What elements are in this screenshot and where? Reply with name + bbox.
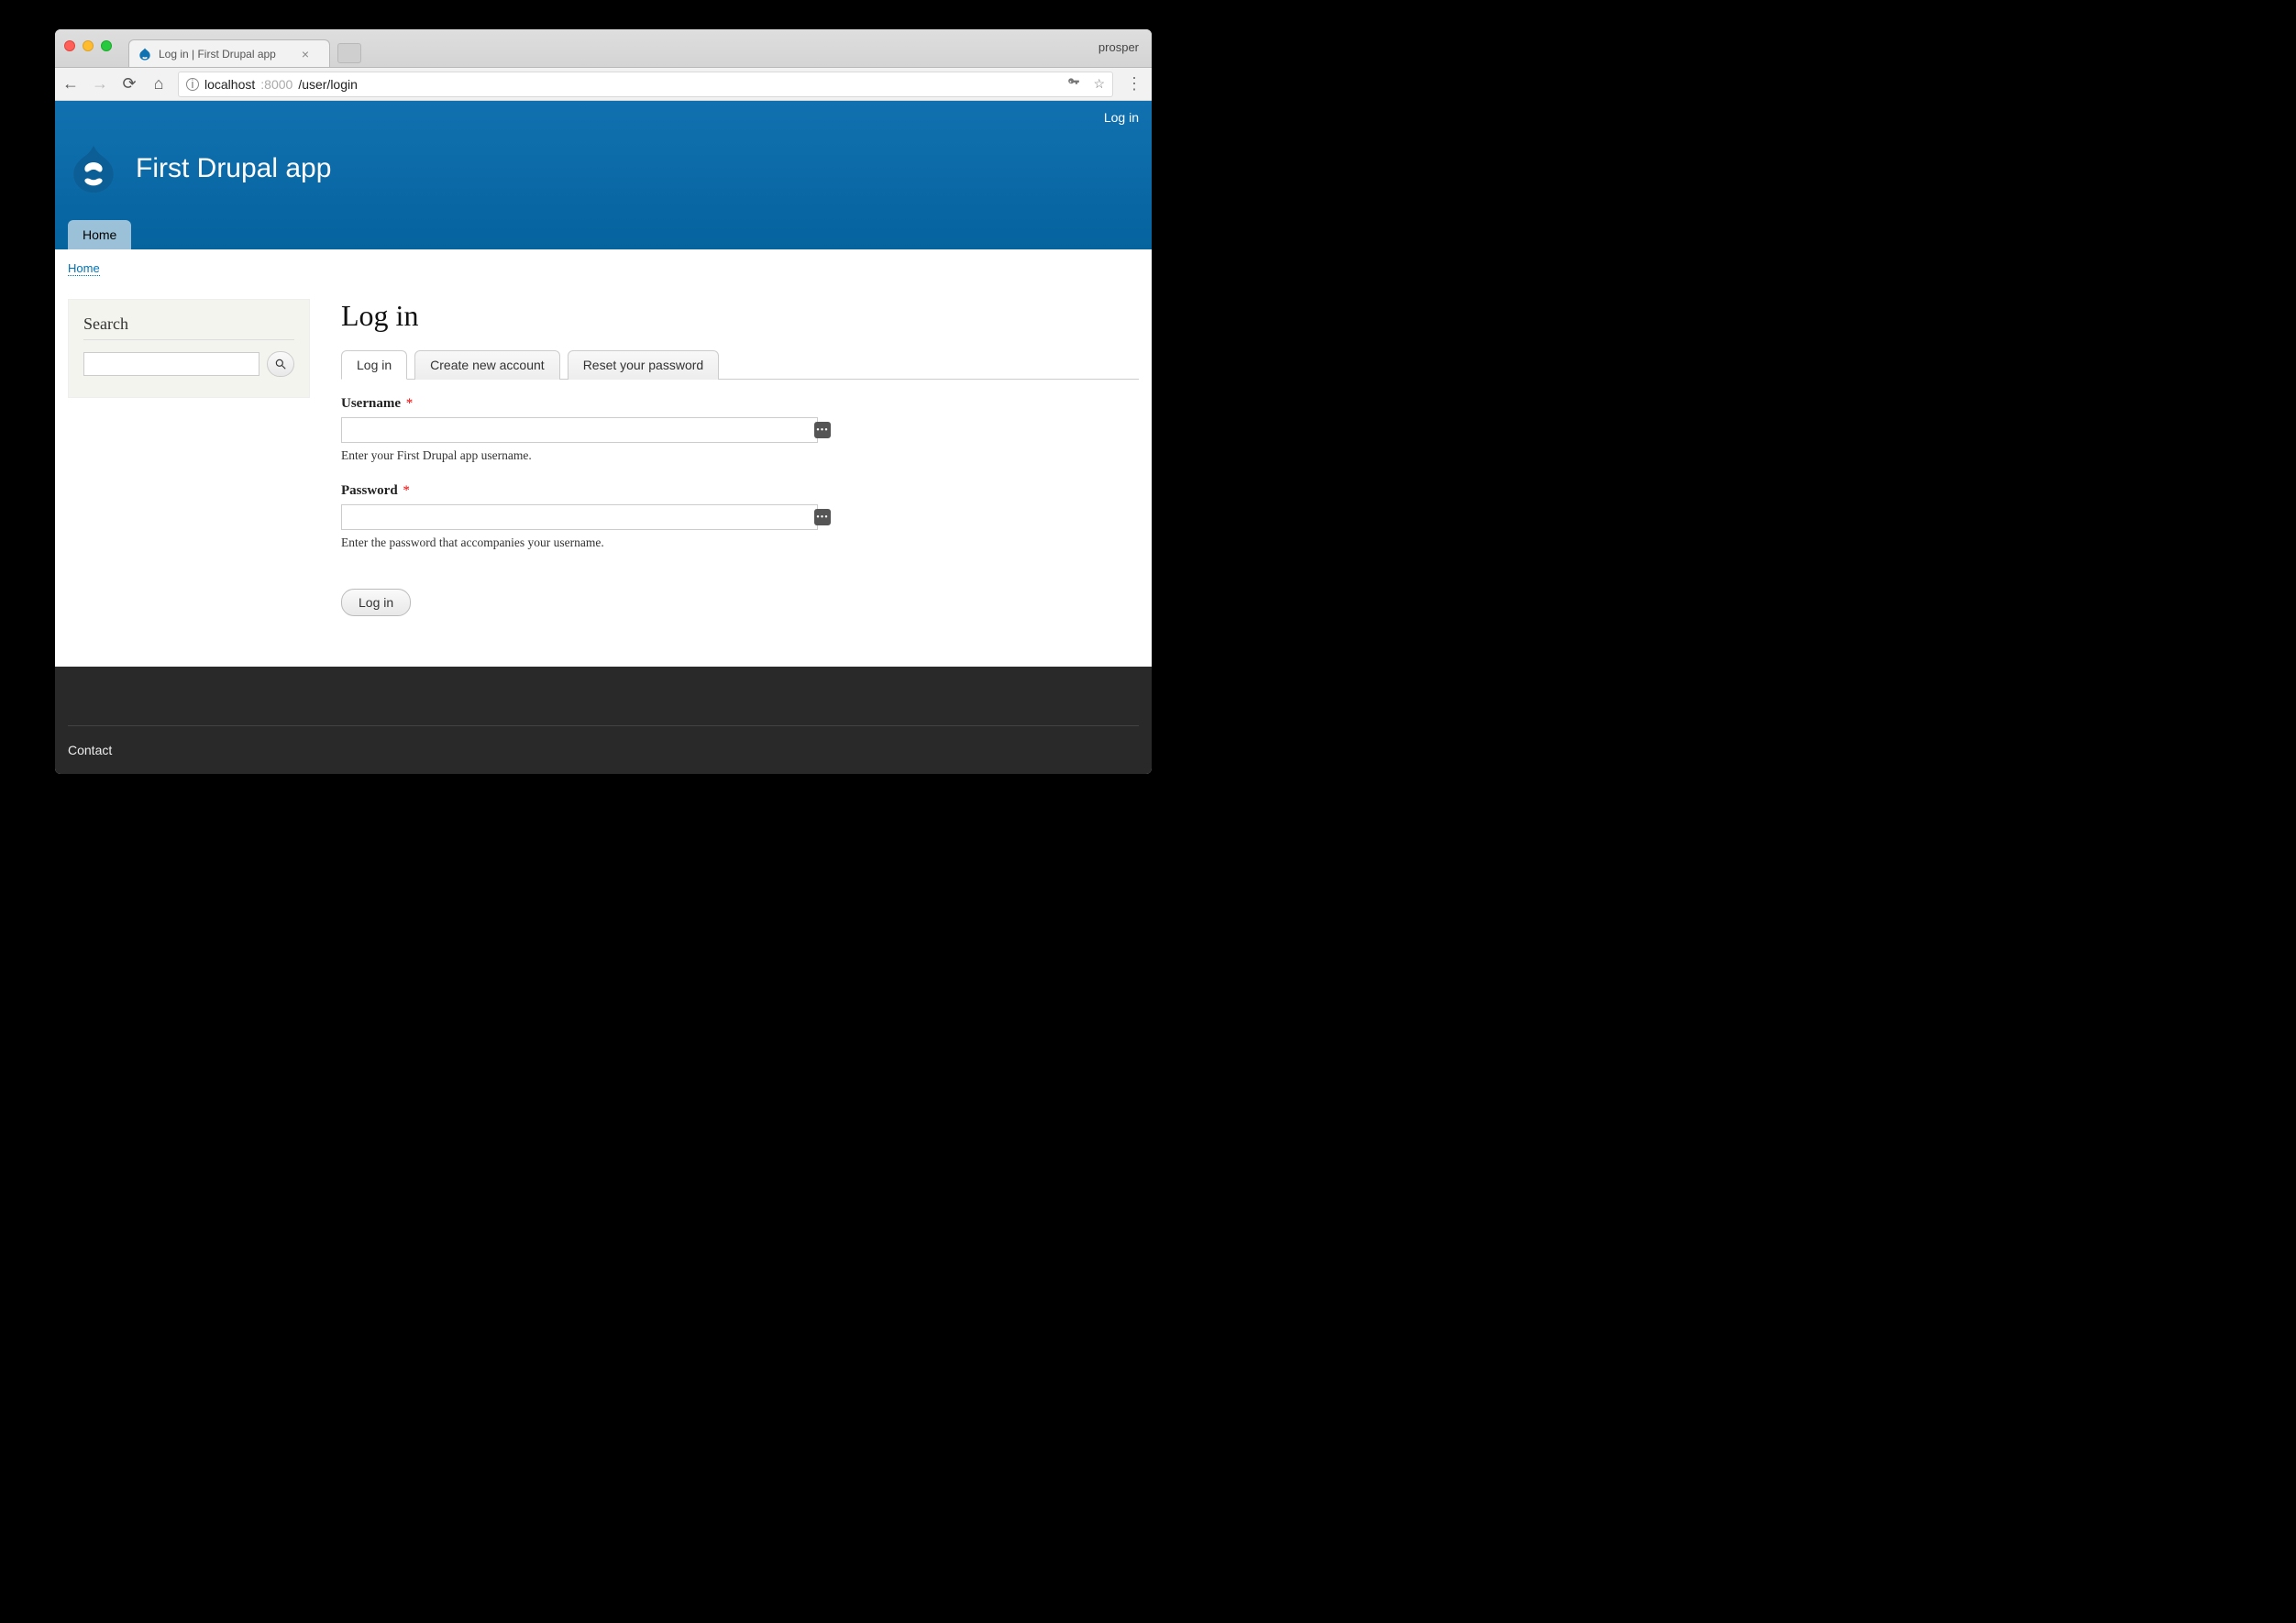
forward-button[interactable]: → (90, 74, 110, 94)
username-field-wrapper: Username * ••• Enter your First Drupal a… (341, 396, 836, 463)
site-header: Log in First Drupal app Home (55, 101, 1152, 249)
main: Log in Log in Create new account Reset y… (341, 299, 1139, 654)
site-branding: First Drupal app (68, 125, 1139, 220)
browser-window: Log in | First Drupal app × prosper ← → … (55, 29, 1152, 774)
browser-toolbar: ← → ⟳ ⌂ i localhost :8000/user/login ☆ ⋮ (55, 68, 1152, 101)
password-key-icon[interactable] (1067, 76, 1080, 92)
search-input[interactable] (83, 352, 259, 376)
password-label: Password * (341, 483, 410, 498)
drupal-logo-icon[interactable] (68, 143, 119, 194)
password-field-wrapper: Password * ••• Enter the password that a… (341, 483, 836, 550)
url-host: localhost (204, 77, 255, 92)
username-label: Username * (341, 396, 413, 411)
password-manager-icon[interactable]: ••• (814, 422, 831, 438)
login-link[interactable]: Log in (1104, 110, 1139, 125)
new-tab-button[interactable] (337, 43, 361, 63)
breadcrumb: Home (55, 249, 1152, 286)
local-tasks: Log in Create new account Reset your pas… (341, 349, 1139, 380)
window-controls (64, 40, 112, 51)
back-button[interactable]: ← (61, 74, 81, 94)
close-window-button[interactable] (64, 40, 75, 51)
site-footer: Contact (55, 667, 1152, 774)
drupal-favicon-icon (138, 48, 151, 61)
password-help: Enter the password that accompanies your… (341, 535, 836, 550)
required-icon: * (403, 483, 410, 498)
footer-divider (68, 725, 1139, 726)
sidebar: Search (68, 299, 310, 398)
page-title: Log in (341, 299, 1139, 333)
tab-login[interactable]: Log in (341, 350, 407, 380)
content: Search Log in Log in Create new account … (55, 286, 1152, 667)
browser-tab[interactable]: Log in | First Drupal app × (128, 39, 330, 67)
minimize-window-button[interactable] (83, 40, 94, 51)
search-icon (274, 358, 287, 370)
close-tab-icon[interactable]: × (302, 48, 309, 61)
url-port: :8000 (260, 77, 293, 92)
tab-title: Log in | First Drupal app (159, 48, 276, 61)
site-name[interactable]: First Drupal app (136, 153, 331, 184)
chrome-menu-button[interactable]: ⋮ (1122, 74, 1146, 94)
submit-button[interactable]: Log in (341, 589, 411, 616)
username-help: Enter your First Drupal app username. (341, 448, 836, 463)
password-manager-icon[interactable]: ••• (814, 509, 831, 525)
site-info-icon[interactable]: i (186, 78, 199, 91)
breadcrumb-home[interactable]: Home (68, 261, 100, 276)
maximize-window-button[interactable] (101, 40, 112, 51)
search-heading: Search (83, 315, 294, 340)
primary-nav: Home (68, 220, 1139, 249)
titlebar: Log in | First Drupal app × prosper (55, 29, 1152, 68)
tab-create[interactable]: Create new account (414, 350, 560, 380)
password-input[interactable] (341, 504, 818, 530)
search-button[interactable] (267, 351, 294, 377)
url-path: /user/login (298, 77, 358, 92)
page-viewport: Log in First Drupal app Home Home (55, 101, 1152, 774)
username-input[interactable] (341, 417, 818, 443)
home-button[interactable]: ⌂ (149, 74, 169, 94)
tab-reset[interactable]: Reset your password (568, 350, 720, 380)
address-bar[interactable]: i localhost :8000/user/login ☆ (178, 72, 1113, 97)
footer-contact-link[interactable]: Contact (68, 743, 112, 757)
bookmark-star-icon[interactable]: ☆ (1093, 76, 1105, 92)
nav-home[interactable]: Home (68, 220, 131, 249)
required-icon: * (406, 396, 414, 411)
chrome-profile[interactable]: prosper (1098, 40, 1139, 54)
reload-button[interactable]: ⟳ (119, 74, 139, 94)
login-form: Username * ••• Enter your First Drupal a… (341, 380, 836, 616)
